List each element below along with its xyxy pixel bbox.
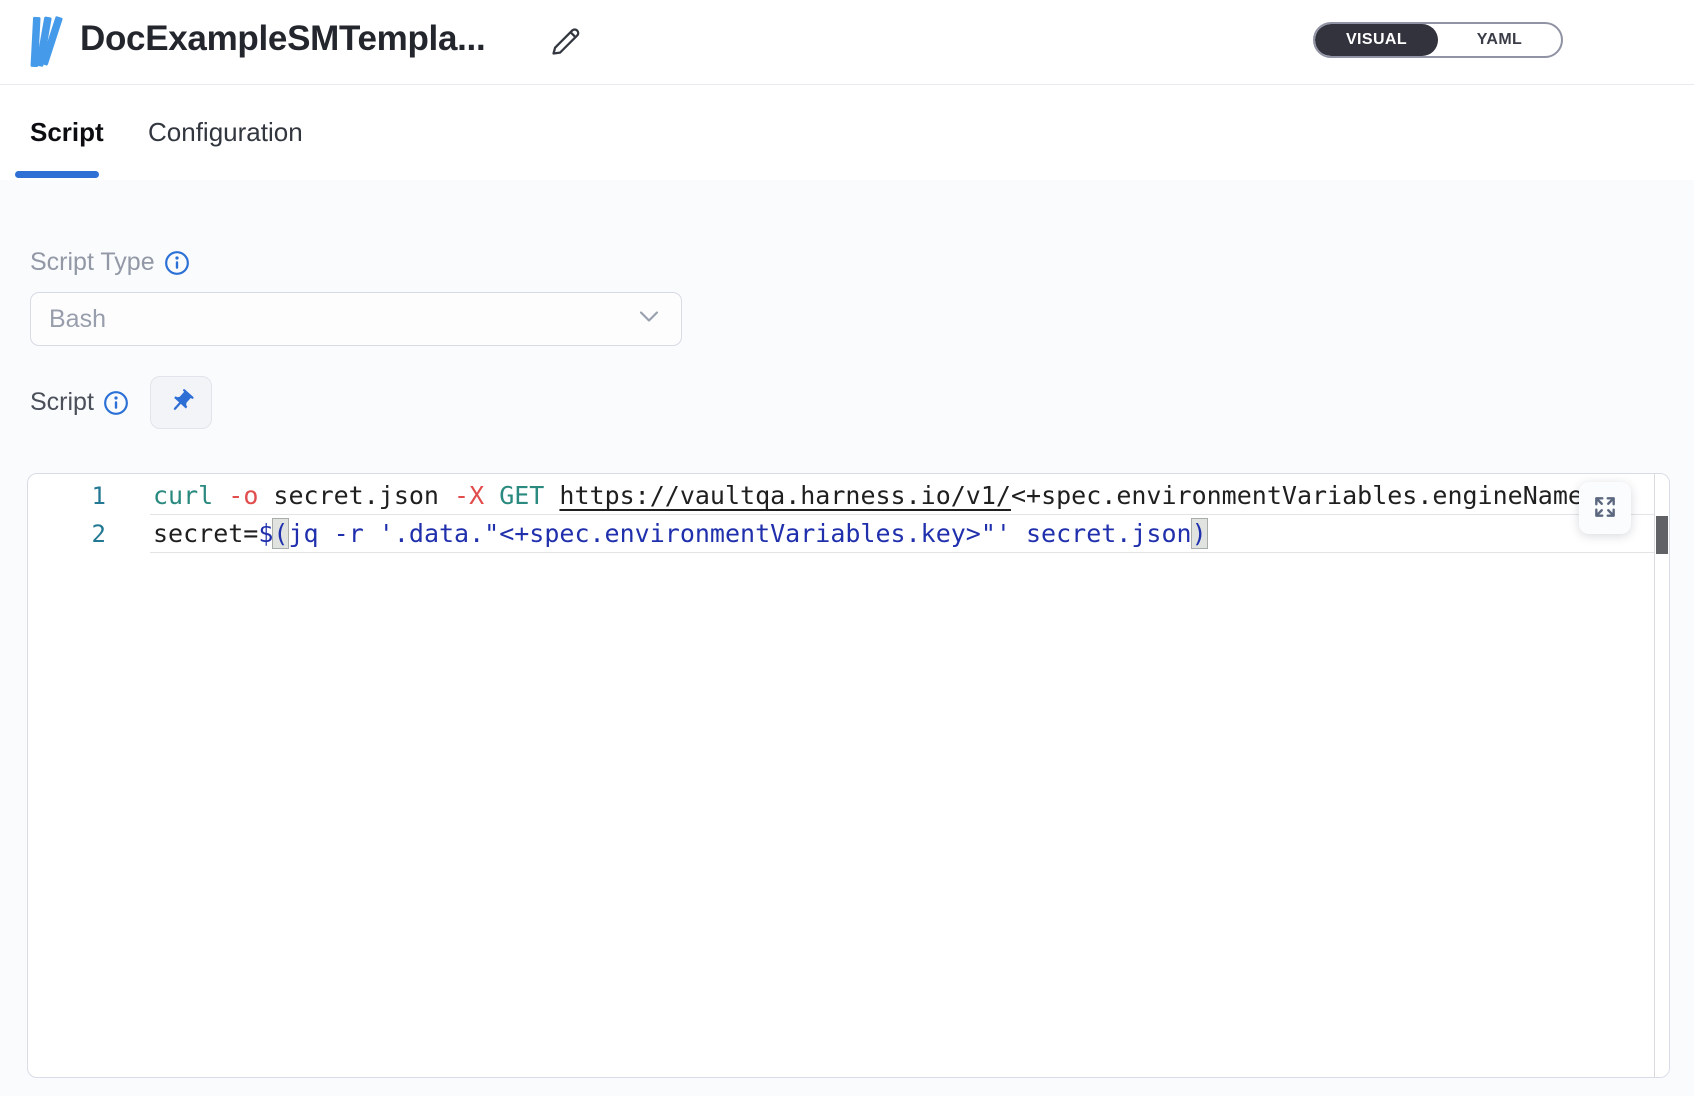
code-line: 1curl -o secret.json -X GET https://vaul… xyxy=(28,477,1654,515)
chevron-down-icon xyxy=(639,310,659,328)
page-title: DocExampleSMTempla... xyxy=(80,19,485,59)
tab-bar: Script Configuration xyxy=(0,85,1694,180)
editor-scrollbar[interactable] xyxy=(1654,474,1669,1077)
active-tab-underline xyxy=(15,171,99,178)
info-icon[interactable] xyxy=(164,250,190,276)
visual-toggle-button[interactable]: VISUAL xyxy=(1315,24,1438,56)
edit-title-button[interactable] xyxy=(546,22,586,62)
tab-configuration[interactable]: Configuration xyxy=(148,85,303,180)
script-label: Script xyxy=(30,388,94,417)
pushpin-icon xyxy=(168,388,195,418)
tab-script[interactable]: Script xyxy=(30,85,104,180)
code-line: 2secret=$(jq -r '.data."<+spec.environme… xyxy=(28,515,1654,553)
script-type-label: Script Type xyxy=(30,248,155,277)
script-type-label-row: Script Type xyxy=(30,248,190,277)
pin-script-button[interactable] xyxy=(150,376,212,429)
expand-editor-button[interactable] xyxy=(1579,482,1631,534)
info-icon[interactable] xyxy=(103,390,129,416)
template-library-icon xyxy=(30,15,74,69)
yaml-toggle-button[interactable]: YAML xyxy=(1438,24,1561,56)
script-type-value: Bash xyxy=(49,305,639,334)
line-number: 1 xyxy=(28,477,153,515)
line-number: 2 xyxy=(28,515,153,553)
script-label-row: Script xyxy=(30,388,129,417)
header: DocExampleSMTempla... VISUAL YAML xyxy=(0,0,1694,85)
content-area: Script Type Bash Script xyxy=(0,180,1694,1096)
visual-yaml-toggle: VISUAL YAML xyxy=(1313,22,1563,58)
script-type-select[interactable]: Bash xyxy=(30,292,682,346)
pencil-icon xyxy=(549,24,583,61)
editor-scrollbar-thumb[interactable] xyxy=(1656,516,1668,554)
expand-icon xyxy=(1592,494,1618,523)
code-lines: 1curl -o secret.json -X GET https://vaul… xyxy=(28,477,1654,553)
template-studio-screen: DocExampleSMTempla... VISUAL YAML Script… xyxy=(0,0,1694,1096)
script-code-editor[interactable]: 1curl -o secret.json -X GET https://vaul… xyxy=(27,473,1670,1078)
